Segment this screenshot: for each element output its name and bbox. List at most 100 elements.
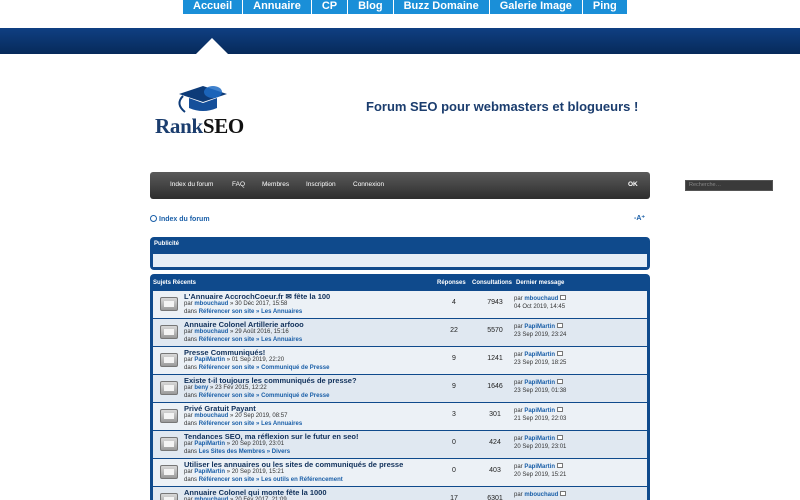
topic-author-link[interactable]: mbouchaud (194, 329, 228, 335)
last-post-by: par (514, 296, 523, 302)
nav-inscription[interactable]: Inscription (306, 181, 336, 188)
topic-date: » 29 Août 2016, 15:16 (230, 329, 289, 335)
recent-topics-panel: Sujets Récents Réponses Consultations De… (150, 274, 650, 500)
top-nav-ping[interactable]: Ping (582, 0, 628, 14)
nav-membres[interactable]: Membres (262, 181, 289, 188)
header-notch (196, 38, 228, 54)
topic-forum: dans Les Sites des Membres » Divers (184, 449, 291, 455)
last-post-by: par (514, 436, 523, 442)
topic-subforum-link[interactable]: Communiqué de Presse (261, 393, 329, 399)
last-post-author: par PapiMartin (514, 323, 564, 330)
topic-forum-link[interactable]: Référencer son site (199, 309, 255, 315)
topic-dans: dans (184, 421, 198, 427)
view-last-post-icon[interactable] (560, 295, 567, 300)
topic-title-link[interactable]: Annuaire Colonel Artillerie arfooo (184, 320, 304, 329)
top-nav-galerie-image[interactable]: Galerie Image (489, 0, 583, 14)
nav-faq[interactable]: FAQ (232, 181, 245, 188)
topic-forum-link[interactable]: Référencer son site (199, 421, 255, 427)
last-post-date: 23 Sep 2019, 01:38 (514, 388, 567, 394)
topic-meta: par PapiMartin » 20 Sep 2019, 15:21 (184, 469, 284, 475)
last-post-author: par mbouchaud (514, 491, 567, 498)
last-post-author-link[interactable]: PapiMartin (524, 464, 555, 470)
last-post-author-link[interactable]: mbouchaud (524, 492, 558, 498)
topic-dans: dans (184, 309, 198, 315)
topic-title-link[interactable]: Existe t-il toujours les communiqués de … (184, 376, 357, 385)
topic-subforum-link[interactable]: Les Annuaires (261, 421, 302, 427)
topic-author-link[interactable]: mbouchaud (194, 301, 228, 307)
topic-date: » 30 Déc 2017, 15:58 (230, 301, 288, 307)
last-post-author: par mbouchaud (514, 295, 567, 302)
topic-author-link[interactable]: PapiMartin (194, 357, 225, 363)
topic-author-link[interactable]: PapiMartin (194, 469, 225, 475)
nav-connexion[interactable]: Connexion (353, 181, 384, 188)
topic-date: » 23 Fév 2015, 12:22 (210, 385, 267, 391)
last-post-author-link[interactable]: PapiMartin (524, 436, 555, 442)
topic-by: par (184, 301, 193, 307)
topic-forum-link[interactable]: Référencer son site (199, 393, 255, 399)
top-nav-buzz-domaine[interactable]: Buzz Domaine (393, 0, 490, 14)
last-post-by: par (514, 464, 523, 470)
view-last-post-icon[interactable] (557, 379, 564, 384)
site-logo[interactable]: RankSEO (155, 82, 265, 142)
view-last-post-icon[interactable] (557, 351, 564, 356)
last-post-date: 23 Sep 2019, 23:24 (514, 332, 567, 338)
topic-by: par (184, 469, 193, 475)
last-post-by: par (514, 324, 523, 330)
topic-title-link[interactable]: Annuaire Colonel qui monte fête la 1000 (184, 488, 327, 497)
topic-replies: 22 (450, 327, 458, 334)
search-input[interactable]: Recherche… (685, 180, 773, 191)
topic-title-link[interactable]: Presse Communiqués! (184, 348, 265, 357)
topic-row: L'Annuaire AccrochCoeur.fr ✉ fête la 100… (153, 291, 647, 318)
view-last-post-icon[interactable] (560, 491, 567, 496)
topic-subforum-link[interactable]: Divers (272, 449, 290, 455)
topic-title-link[interactable]: Utiliser les annuaires ou les sites de c… (184, 460, 403, 469)
topic-replies: 0 (452, 439, 456, 446)
header-band (0, 28, 800, 54)
topic-title: Annuaire Colonel qui monte fête la 1000 (184, 488, 327, 497)
topic-views: 403 (489, 467, 501, 474)
topic-title: Tendances SEO, ma réflexion sur le futur… (184, 432, 359, 441)
top-nav-accueil[interactable]: Accueil (183, 0, 244, 14)
logo-rank: Rank (155, 114, 203, 138)
topic-author-link[interactable]: beny (194, 385, 208, 391)
breadcrumb[interactable]: Index du forum (150, 215, 210, 223)
graduation-cap-icon (178, 86, 227, 113)
topic-subforum-link[interactable]: Les outils en Référencement (261, 477, 343, 483)
view-last-post-icon[interactable] (557, 435, 564, 440)
top-nav-cp[interactable]: CP (311, 0, 349, 14)
topic-row: Privé Gratuit Payant par mbouchaud » 20 S… (153, 403, 647, 430)
topic-author-link[interactable]: mbouchaud (194, 413, 228, 419)
topic-author-link[interactable]: PapiMartin (194, 441, 225, 447)
last-post-author-link[interactable]: PapiMartin (524, 352, 555, 358)
topic-subforum-link[interactable]: Les Annuaires (261, 337, 302, 343)
last-post-author-link[interactable]: PapiMartin (524, 380, 555, 386)
view-last-post-icon[interactable] (557, 323, 564, 328)
topic-views: 424 (489, 439, 501, 446)
last-post-author-link[interactable]: PapiMartin (524, 324, 555, 330)
col-consultations: Consultations (472, 280, 512, 286)
topic-title-link[interactable]: Privé Gratuit Payant (184, 404, 256, 413)
topic-dans: dans (184, 337, 198, 343)
topic-forum-link[interactable]: Les Sites des Membres (199, 449, 265, 455)
topic-subforum-link[interactable]: Communiqué de Presse (261, 365, 329, 371)
view-last-post-icon[interactable] (557, 463, 564, 468)
site-tagline: Forum SEO pour webmasters et blogueurs ! (366, 99, 639, 114)
topic-folder-icon (160, 381, 178, 395)
view-last-post-icon[interactable] (557, 407, 564, 412)
search-ok-button[interactable]: OK (628, 181, 638, 188)
topic-subforum-link[interactable]: Les Annuaires (261, 309, 302, 315)
topic-views: 1241 (487, 355, 503, 362)
topic-forum-link[interactable]: Référencer son site (199, 337, 255, 343)
font-size-toggle[interactable]: -A⁺ (634, 214, 645, 222)
nav-index-du-forum[interactable]: Index du forum (170, 181, 213, 188)
topic-forum-link[interactable]: Référencer son site (199, 365, 255, 371)
topic-title-link[interactable]: L'Annuaire AccrochCoeur.fr ✉ fête la 100 (184, 292, 330, 301)
last-post-author-link[interactable]: mbouchaud (524, 296, 558, 302)
top-nav-blog[interactable]: Blog (348, 0, 394, 14)
last-post-author-link[interactable]: PapiMartin (524, 408, 555, 414)
topic-row: Annuaire Colonel qui monte fête la 1000 p… (153, 487, 647, 500)
topic-title-link[interactable]: Tendances SEO, ma réflexion sur le futur… (184, 432, 359, 441)
top-nav-annuaire[interactable]: Annuaire (243, 0, 312, 14)
topic-date: » 01 Sep 2019, 22:20 (226, 357, 285, 363)
topic-forum-link[interactable]: Référencer son site (199, 477, 255, 483)
